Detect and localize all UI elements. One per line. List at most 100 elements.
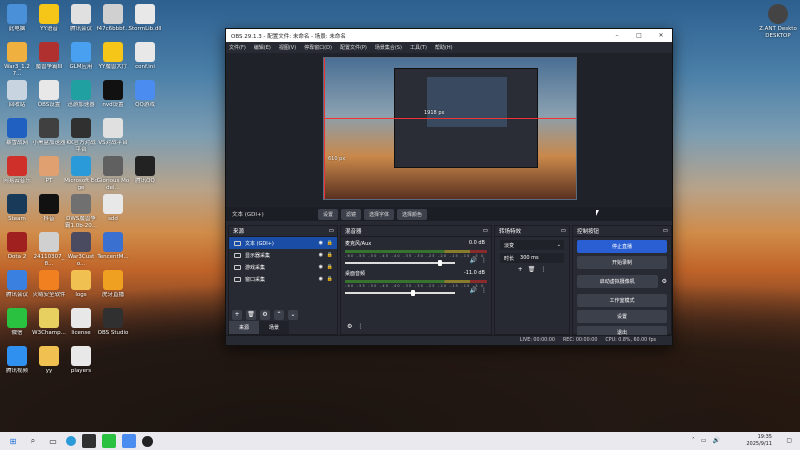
desktop-icon[interactable]: War3_1.27... xyxy=(0,42,34,77)
settings-button[interactable]: 设置 xyxy=(577,310,667,323)
desktop-icon[interactable]: 腾讯QQ xyxy=(128,156,162,185)
speaker-icon[interactable]: 🔊 xyxy=(470,257,477,264)
desktop-icon[interactable]: QQ游戏 xyxy=(128,80,162,109)
desktop-icon[interactable]: W3Champ... xyxy=(32,308,66,337)
mixer-advanced-icon[interactable]: ⚙ xyxy=(347,323,352,330)
notification-icon[interactable]: ▢ xyxy=(786,437,792,444)
studio-mode-button[interactable]: 工作室模式 xyxy=(577,294,667,307)
volume-slider[interactable] xyxy=(345,260,455,266)
desktop-icon[interactable]: 小黑盒加速器 xyxy=(32,118,66,147)
channel-menu-icon[interactable]: ⋮ xyxy=(481,257,487,264)
desktop-icon[interactable]: 抖音 xyxy=(32,194,66,223)
desktop-icon[interactable]: 暴雪战网 xyxy=(0,118,34,147)
desktop-icon[interactable]: 此电脑 xyxy=(0,4,34,33)
channel-menu-icon[interactable]: ⋮ xyxy=(481,287,487,294)
desktop-icon[interactable]: 24110307_8... xyxy=(32,232,66,267)
lock-icon[interactable]: 🔒 xyxy=(327,264,333,270)
select-font-button[interactable]: 选择字体 xyxy=(364,208,395,220)
wechat-icon[interactable] xyxy=(102,434,116,448)
task-view-icon[interactable]: ▭ xyxy=(46,434,60,448)
desktop-icon[interactable]: 魔兽争霸III xyxy=(32,42,66,71)
source-item[interactable]: 窗口采集 ◉ 🔒 xyxy=(229,273,337,285)
desktop-icon[interactable]: YY语音 xyxy=(32,4,66,33)
desktop-icon[interactable]: StormLib.dll xyxy=(128,4,162,33)
clock[interactable]: 19:35 2025/9/11 xyxy=(746,434,772,448)
maximize-icon[interactable]: □ xyxy=(628,32,650,39)
duration-field[interactable]: 时长 300 ms xyxy=(500,253,564,263)
menu-item[interactable]: 场景集合(S) xyxy=(375,44,402,51)
desktop-icon[interactable]: YY魔兽大厅 xyxy=(96,42,130,71)
desktop-icon[interactable]: logs xyxy=(64,270,98,299)
search-icon[interactable]: ⌕ xyxy=(26,434,40,448)
menu-item[interactable]: 文件(F) xyxy=(229,44,246,51)
lock-icon[interactable]: 🔒 xyxy=(327,240,333,246)
chevron-up-icon[interactable]: ˄ xyxy=(692,437,695,444)
tab-sources[interactable]: 来源 xyxy=(229,321,260,334)
menu-item[interactable]: 视图(V) xyxy=(279,44,296,51)
desktop-icon[interactable]: PT xyxy=(32,156,66,185)
source-properties-button[interactable]: ⚙ xyxy=(260,310,270,320)
obs-titlebar[interactable]: OBS 29.1.3 - 配置文件: 未命名 - 场景: 未命名 – □ ✕ xyxy=(226,29,672,42)
desktop-icon[interactable]: 火绒安全软件 xyxy=(32,270,66,299)
preview-area[interactable]: 1918 px 610 px xyxy=(226,53,672,207)
desktop-icon[interactable]: Microsoft Edge xyxy=(64,156,98,191)
desktop-icon[interactable]: players xyxy=(64,346,98,375)
edge-icon[interactable] xyxy=(66,436,76,446)
desktop-icon[interactable]: DWS魔兽争霸1.0b-20... xyxy=(64,194,98,229)
lock-icon[interactable]: 🔒 xyxy=(327,252,333,258)
dock-float-icon[interactable]: ▭ xyxy=(483,228,488,234)
desktop-icon[interactable]: yy xyxy=(32,346,66,375)
desktop-icon[interactable]: 迅游加速器 xyxy=(64,80,98,109)
visibility-eye-icon[interactable]: ◉ xyxy=(319,276,323,282)
remove-transition-button[interactable]: 🗑 xyxy=(528,266,536,273)
desktop-icon[interactable]: nvd设置 xyxy=(96,80,130,109)
dock-float-icon[interactable]: ▭ xyxy=(329,228,334,234)
dock-float-icon[interactable]: ▭ xyxy=(663,228,668,234)
desktop-icon[interactable]: GLM应用 xyxy=(64,42,98,71)
desktop-icon[interactable]: Glorious Model... xyxy=(96,156,130,191)
virtual-camera-button[interactable]: 启动虚拟摄像机 xyxy=(577,275,658,288)
desktop-icon[interactable]: KK官方对战平台 xyxy=(64,118,98,153)
select-color-button[interactable]: 选择颜色 xyxy=(397,208,428,220)
volume-slider[interactable] xyxy=(345,290,455,296)
desktop-icon[interactable]: f47c6bbbf... xyxy=(96,4,130,33)
desktop-icon[interactable]: OBS设置 xyxy=(32,80,66,109)
kk-platform-icon[interactable] xyxy=(82,434,96,448)
desktop-icon[interactable]: 腾讯会议 xyxy=(64,4,98,33)
menu-item[interactable]: 配置文件(P) xyxy=(340,44,367,51)
stop-streaming-button[interactable]: 停止直播 xyxy=(577,240,667,253)
source-item[interactable]: 文本 (GDI+) ◉ 🔒 xyxy=(229,237,337,249)
slider-handle[interactable] xyxy=(410,290,415,296)
preview-canvas[interactable]: 1918 px 610 px xyxy=(323,57,577,200)
source-filters-button[interactable]: 滤镜 xyxy=(341,208,362,220)
desktop-icon[interactable]: 回收站 xyxy=(0,80,34,109)
transition-select[interactable]: 淡变 ⌄ xyxy=(500,240,564,250)
source-settings-button[interactable]: 设置 xyxy=(318,208,339,220)
desktop-icon[interactable]: conf.ini xyxy=(128,42,162,71)
start-recording-button[interactable]: 开始录制 xyxy=(577,256,667,269)
desktop-icon[interactable]: sdd xyxy=(96,194,130,223)
speaker-icon[interactable]: 🔊 xyxy=(470,287,477,294)
menu-item[interactable]: 帮助(H) xyxy=(435,44,453,51)
visibility-eye-icon[interactable]: ◉ xyxy=(319,252,323,258)
tab-scenes[interactable]: 场景 xyxy=(259,321,290,334)
visibility-eye-icon[interactable]: ◉ xyxy=(319,240,323,246)
network-icon[interactable]: ▭ xyxy=(701,437,707,444)
windows-start-icon[interactable]: ⊞ xyxy=(6,434,20,448)
menu-item[interactable]: 工具(T) xyxy=(410,44,427,51)
mixer-menu-icon[interactable]: ⋮ xyxy=(357,323,363,330)
slider-handle[interactable] xyxy=(438,260,443,266)
volume-icon[interactable]: 🔊 xyxy=(713,437,720,444)
desktop-icon[interactable]: 腾讯视频 xyxy=(0,346,34,375)
desktop-icon[interactable]: license xyxy=(64,308,98,337)
desktop-icon[interactable]: 微信 xyxy=(0,308,34,337)
desktop-icon[interactable]: War3Custo... xyxy=(64,232,98,267)
desktop-icon[interactable]: VS对战平台 xyxy=(96,118,130,147)
remove-source-button[interactable]: 🗑 xyxy=(246,310,256,320)
obs-icon[interactable] xyxy=(142,435,153,447)
add-source-button[interactable]: + xyxy=(232,310,242,320)
desktop-icon[interactable]: 腾讯会议 xyxy=(0,270,34,299)
desktop-icon-z-ant[interactable]: Z.ANT Deskto DESKTOP xyxy=(758,4,798,39)
desktop-icon[interactable]: TencentM... xyxy=(96,232,130,261)
dock-float-icon[interactable]: ▭ xyxy=(561,228,566,234)
